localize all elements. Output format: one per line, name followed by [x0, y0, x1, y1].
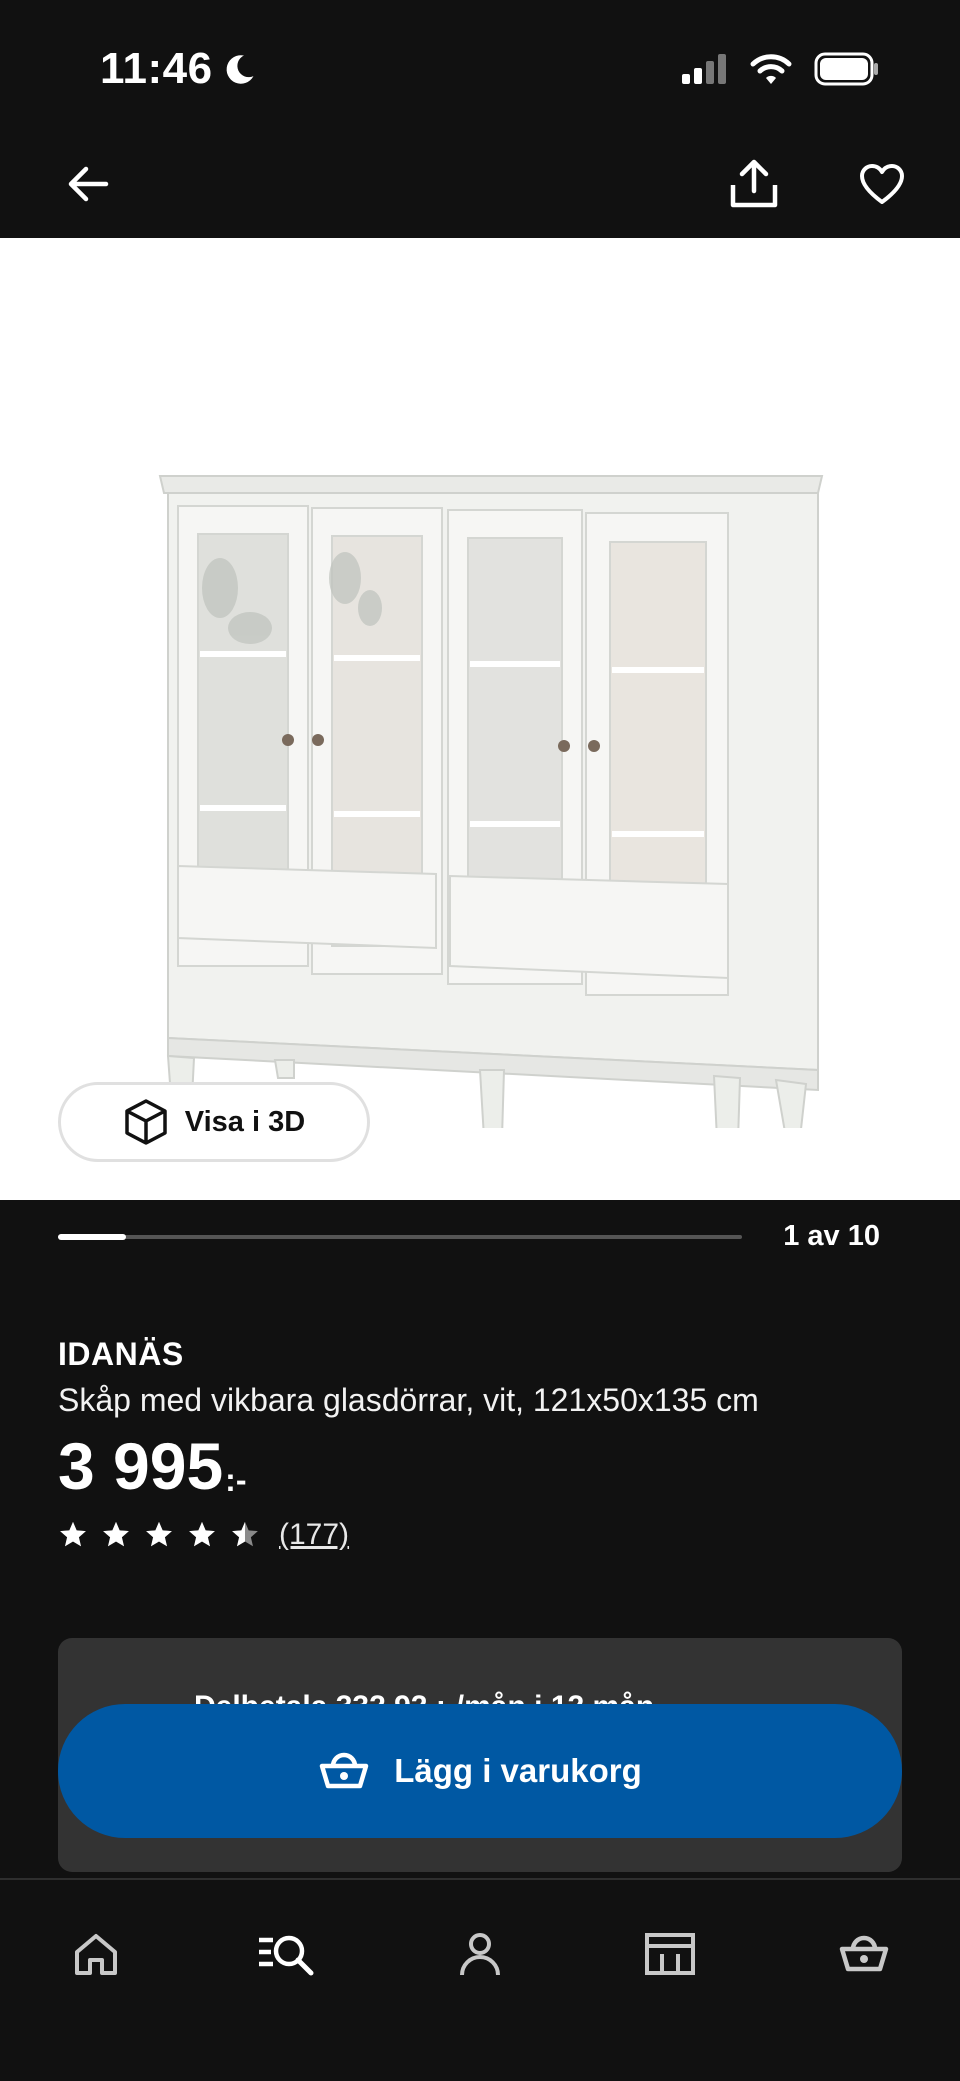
nav-home[interactable]	[56, 1914, 136, 1994]
moon-icon	[226, 55, 254, 84]
basket-icon	[839, 1935, 889, 1972]
store-icon	[645, 1933, 695, 1975]
top-nav	[0, 130, 960, 238]
star-half-icon	[232, 1521, 258, 1547]
pager-track[interactable]	[58, 1234, 742, 1240]
cellular-signal-icon	[682, 54, 726, 84]
back-button[interactable]	[60, 156, 116, 212]
cube-3d-icon	[125, 1099, 167, 1145]
product-description: Skåp med vikbara glasdörrar, vit, 121x50…	[58, 1382, 759, 1418]
nav-search[interactable]	[246, 1914, 326, 1994]
product-image	[158, 475, 824, 1128]
nav-profile[interactable]	[440, 1914, 520, 1994]
wifi-icon	[750, 54, 792, 84]
view-3d-label: Visa i 3D	[184, 1105, 306, 1138]
favorite-button[interactable]	[854, 156, 910, 212]
heart-icon	[860, 164, 904, 204]
star-full-icon	[60, 1521, 86, 1547]
review-count[interactable]: (177)	[279, 1518, 349, 1552]
gallery-pager: 1 av 10	[0, 1200, 960, 1280]
star-full-icon	[146, 1521, 172, 1547]
battery-icon	[814, 52, 878, 86]
price-suffix: :-	[225, 1462, 247, 1498]
pager-progress	[58, 1234, 127, 1240]
product-name: IDANÄS	[58, 1336, 184, 1372]
share-button[interactable]	[726, 156, 782, 212]
product-image-area[interactable]: Visa i 3D	[0, 238, 960, 1200]
search-icon	[259, 1935, 314, 1976]
status-time: 11:46	[100, 44, 259, 94]
price-value: 3 995	[58, 1429, 224, 1503]
add-to-cart-label: Lägg i varukorg	[394, 1752, 642, 1789]
star-full-icon	[189, 1521, 215, 1547]
profile-icon	[460, 1933, 500, 1976]
nav-basket[interactable]	[824, 1914, 904, 1994]
nav-stores[interactable]	[630, 1914, 710, 1994]
add-to-cart-button[interactable]: Lägg i varukorg	[58, 1704, 902, 1838]
star-full-icon	[103, 1521, 129, 1547]
bottom-nav	[0, 1878, 960, 2081]
share-icon	[730, 159, 778, 208]
pager-label: 1 av 10	[783, 1220, 880, 1252]
clock-text: 11:46	[100, 44, 213, 93]
product-price: 3 995 :-	[58, 1428, 246, 1504]
status-indicators	[682, 52, 880, 86]
home-icon	[75, 1934, 117, 1975]
status-bar: 11:46	[0, 0, 960, 130]
basket-icon	[319, 1752, 369, 1789]
arrow-left-icon	[68, 166, 109, 202]
rating[interactable]: (177)	[58, 1518, 349, 1552]
view-3d-button[interactable]: Visa i 3D	[58, 1082, 370, 1162]
